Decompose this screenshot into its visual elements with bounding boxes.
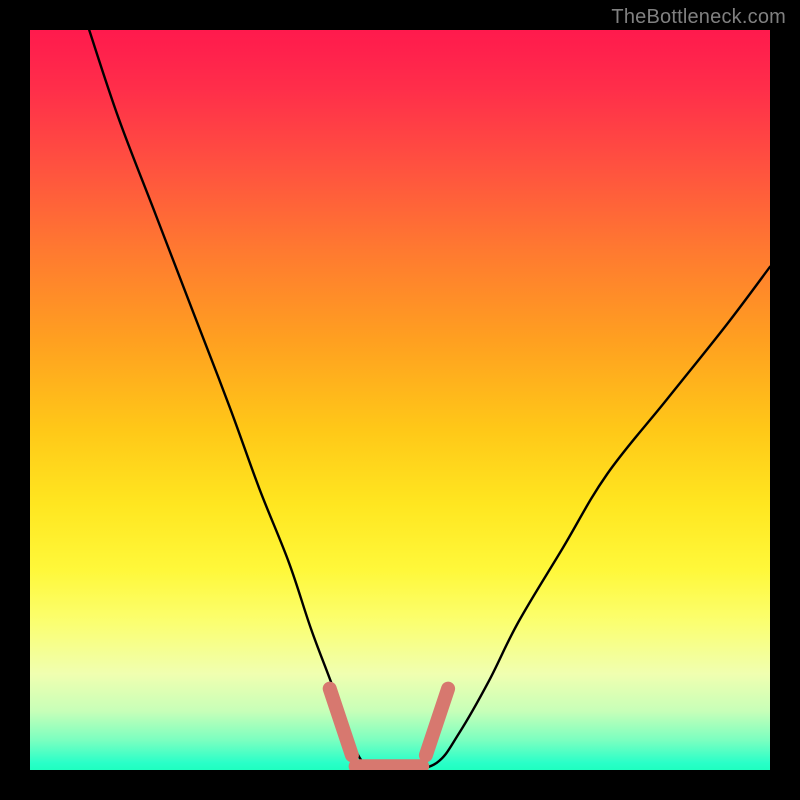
chart-frame: TheBottleneck.com [0,0,800,800]
bottleneck-curve [89,30,770,770]
marker-segment [330,689,352,756]
highlighted-minimum [330,689,448,767]
chart-svg [30,30,770,770]
marker-segment [426,689,448,756]
plot-area [30,30,770,770]
watermark-text: TheBottleneck.com [611,6,786,29]
